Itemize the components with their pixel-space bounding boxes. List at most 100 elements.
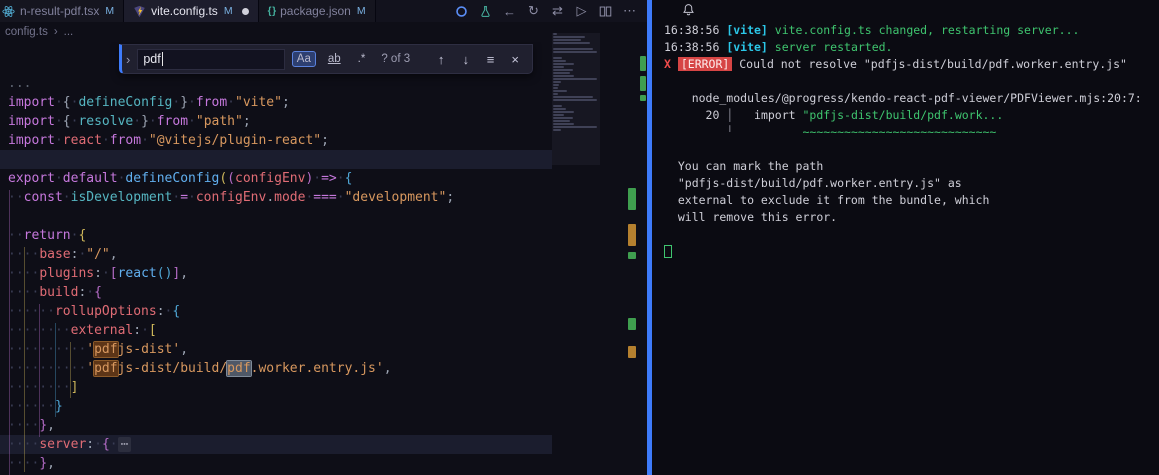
toggle-replace-icon[interactable]: › [126, 52, 130, 67]
minimap-line [553, 114, 564, 116]
overview-ruler-edge [640, 0, 646, 475]
vscode-window: n-result-pdf.tsx Mvite.config.ts M{ } packa… [0, 0, 1159, 475]
breadcrumb-more[interactable]: ... [64, 26, 74, 38]
code-line[interactable] [0, 207, 552, 226]
editor-tab-bar: n-result-pdf.tsx Mvite.config.ts M{ } packa… [0, 0, 648, 22]
code-line[interactable]: ··return·{ [0, 226, 552, 245]
code-editor[interactable]: ... import·{·defineConfig·}·from·"vite"; i… [0, 42, 648, 475]
minimap-line [553, 36, 586, 38]
terminal-line: "pdfjs-dist/build/pdf.worker.entry.js" a… [664, 176, 962, 190]
find-in-selection-button[interactable]: ≡ [482, 52, 500, 67]
minimap-line [553, 60, 566, 62]
code-line[interactable]: ········] [0, 378, 552, 397]
code-line[interactable]: import·{·defineConfig·}·from·"vite"; [0, 93, 552, 112]
minimap-line [553, 111, 574, 113]
run-file-icon[interactable]: ▷ [571, 1, 592, 21]
editor-actions: ← ↻ ⇄ ▷ ⋯ [451, 0, 648, 22]
tab-label: n-result-pdf.tsx [20, 4, 100, 18]
terminal-line: external to exclude it from the bundle, … [664, 193, 990, 207]
close-find-button[interactable]: × [506, 52, 524, 67]
terminal-output: 16:38:56 [vite] vite.config.ts changed, … [664, 22, 1157, 260]
chevron-right-icon: › [53, 26, 58, 38]
code-line[interactable]: ········external:·[ [0, 321, 552, 340]
next-match-button[interactable]: ↓ [457, 52, 475, 67]
git-modified-badge: M [356, 5, 366, 17]
find-widget: › pdf Aa ab .* ? of 3 ↑ ↓ ≡ × [119, 44, 533, 74]
overview-ruler-mark [640, 56, 646, 71]
breadcrumb[interactable]: config.ts › ... [0, 22, 548, 42]
minimap-line [553, 105, 562, 107]
minimap-line [553, 90, 567, 92]
code-line[interactable]: ··········'pdfjs-dist', [0, 340, 552, 359]
minimap-line [553, 75, 574, 77]
dirty-dot-icon[interactable] [241, 7, 249, 15]
minimap-line [553, 123, 574, 125]
code-line[interactable]: ····plugins:·[react()], [0, 264, 552, 283]
whole-word-toggle[interactable]: ab [323, 51, 346, 67]
code-line[interactable] [0, 150, 552, 169]
breadcrumb-file[interactable]: config.ts [5, 26, 48, 38]
refresh-icon[interactable]: ↻ [523, 1, 544, 21]
tab-package-json[interactable]: { } package.json M [258, 0, 376, 22]
terminal-line [664, 243, 1157, 260]
tabs-container: n-result-pdf.tsx Mvite.config.ts M{ } packa… [0, 0, 376, 22]
minimap-line [553, 84, 560, 86]
text-caret [161, 52, 164, 66]
regex-toggle[interactable]: .* [353, 51, 371, 67]
code-line[interactable]: ··const·isDevelopment·=·configEnv.mode·=… [0, 188, 552, 207]
terminal-line: 16:38:56 [vite] server restarted. [664, 40, 893, 54]
split-editor-icon[interactable] [595, 1, 616, 21]
minimap-line [553, 87, 559, 89]
overview-ruler-mark [628, 188, 636, 210]
minimap-line [553, 66, 564, 68]
terminal-cursor [664, 245, 672, 258]
minimap-line [553, 69, 573, 71]
find-input[interactable]: pdf [137, 48, 285, 70]
minimap-line [553, 78, 597, 80]
beaker-icon[interactable] [475, 1, 496, 21]
overview-ruler-mark [628, 224, 636, 246]
extension-circle-icon[interactable] [451, 1, 472, 21]
previous-match-button[interactable]: ↑ [432, 52, 450, 67]
react-file-icon [2, 5, 15, 18]
code-lines: ... import·{·defineConfig·}·from·"vite"; i… [0, 74, 552, 473]
code-line[interactable]: ······} [0, 397, 552, 416]
find-query-text: pdf [143, 52, 161, 66]
braces-file-icon: { } [267, 5, 277, 17]
indent-guide [55, 323, 56, 417]
minimap[interactable] [553, 33, 599, 132]
code-line[interactable]: ····server:·{· ⋯ [0, 435, 552, 454]
terminal-panel[interactable]: 16:38:56 [vite] vite.config.ts changed, … [652, 0, 1159, 475]
code-line[interactable]: import·react·from·"@vitejs/plugin-react"… [0, 131, 552, 150]
minimap-line [553, 42, 590, 44]
minimap-line [553, 96, 593, 98]
overview-ruler-mark [628, 346, 636, 358]
nav-back-icon[interactable]: ← [499, 1, 520, 21]
terminal-line: node_modules/@progress/kendo-react-pdf-v… [664, 91, 1142, 105]
code-line[interactable]: ····}, [0, 416, 552, 435]
code-line[interactable]: ... [0, 74, 552, 93]
code-line[interactable]: ······rollupOptions:·{ [0, 302, 552, 321]
minimap-line [553, 126, 597, 128]
overview-ruler-mark [640, 76, 646, 91]
code-line[interactable]: import·{·resolve·}·from·"path"; [0, 112, 552, 131]
code-line[interactable]: ····base:·"/", [0, 245, 552, 264]
code-line[interactable]: export·default·defineConfig((configEnv)·… [0, 169, 552, 188]
overview-ruler [628, 0, 636, 475]
tab-n-result-pdf[interactable]: n-result-pdf.tsx M [0, 0, 125, 22]
code-line[interactable]: ··········'pdfjs-dist/build/pdf.worker.e… [0, 359, 552, 378]
git-modified-badge: M [223, 5, 233, 17]
find-results-count: ? of 3 [381, 53, 411, 65]
minimap-line [553, 57, 562, 59]
terminal-line: 20 │ import "pdfjs-dist/build/pdf.work..… [664, 108, 1004, 122]
code-line[interactable]: ····build:·{ [0, 283, 552, 302]
overview-ruler-mark [628, 318, 636, 330]
bell-icon[interactable] [682, 3, 695, 21]
code-line[interactable]: ····}, [0, 454, 552, 473]
tab-label: package.json [280, 4, 351, 18]
compare-changes-icon[interactable]: ⇄ [547, 1, 568, 21]
tab-vite-config[interactable]: vite.config.ts M [124, 0, 259, 22]
match-case-toggle[interactable]: Aa [291, 51, 316, 67]
